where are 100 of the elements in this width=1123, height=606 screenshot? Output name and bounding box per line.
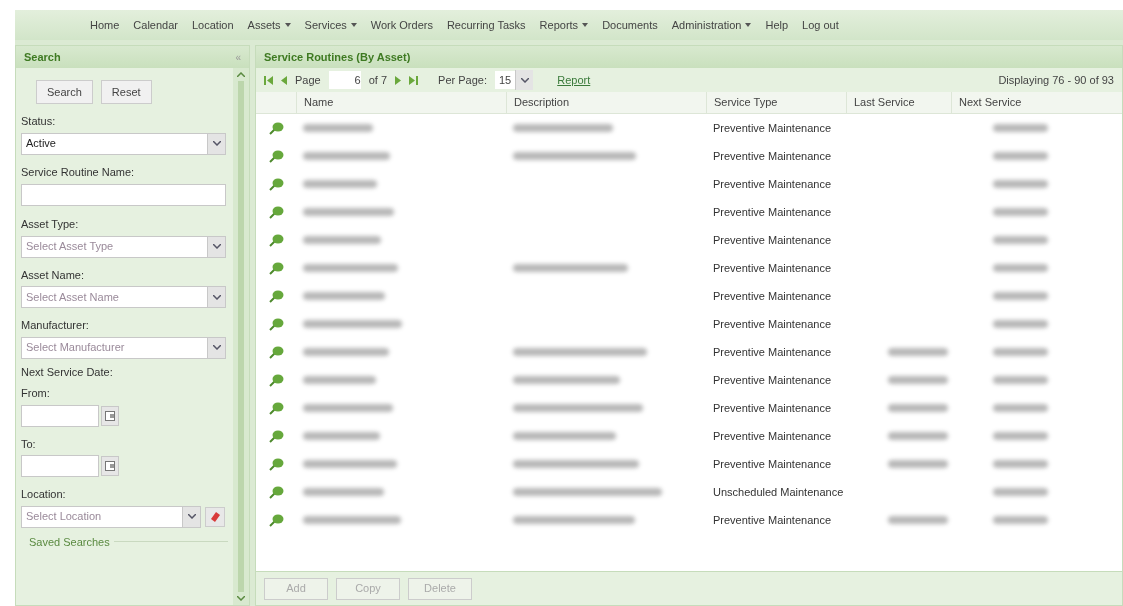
field-label: To: [21, 436, 37, 452]
nav-link[interactable]: Documents [602, 16, 658, 34]
blurred-text [993, 236, 1048, 244]
first-page-icon [264, 75, 273, 85]
next-page-icon [395, 75, 402, 85]
blurred-text [888, 460, 948, 468]
nav-link[interactable]: Recurring Tasks [446, 16, 526, 34]
last-page-button[interactable] [409, 75, 419, 85]
table-cell-text: Preventive Maintenance [712, 344, 832, 360]
chevron-down-icon [212, 141, 221, 146]
blurred-text [888, 404, 948, 412]
panel-title: Service Routines (By Asset) [264, 49, 411, 65]
prev-page-button[interactable] [281, 75, 287, 85]
first-page-button[interactable] [264, 75, 273, 85]
table-cell-text: Preventive Maintenance [712, 400, 832, 416]
table-cell-text: Preventive Maintenance [712, 316, 832, 332]
field-label: From: [21, 386, 51, 401]
nav-link[interactable]: Location [192, 16, 234, 34]
chevron-down-icon [212, 345, 221, 350]
date-input[interactable] [21, 404, 99, 427]
search-button[interactable]: Search [36, 80, 93, 104]
dropdown-button[interactable] [207, 133, 225, 154]
nav-link[interactable]: Services [304, 16, 357, 34]
nav-link[interactable]: Work Orders [370, 16, 433, 34]
calendar-icon [105, 461, 115, 471]
dropdown-button[interactable] [515, 70, 534, 90]
table-cell-text: Preventive Maintenance [712, 148, 832, 164]
nav-link[interactable]: Home [90, 16, 120, 34]
column-header[interactable]: Name [296, 92, 506, 113]
select-field[interactable]: Active [21, 132, 226, 155]
nav-link[interactable]: Calendar [133, 16, 178, 34]
scroll-up-icon[interactable] [237, 72, 245, 77]
blurred-text [993, 404, 1048, 412]
dropdown-button[interactable] [207, 287, 225, 307]
column-header[interactable]: Next Service [951, 92, 1069, 113]
field-label: Next Service Date: [21, 364, 114, 380]
display-info: Displaying 76 - 90 of 93 [998, 72, 1114, 88]
calendar-button[interactable] [101, 405, 119, 426]
caret-icon [350, 23, 357, 27]
scroll-down-icon[interactable] [237, 596, 245, 601]
blurred-text [993, 264, 1048, 272]
caret-icon [284, 23, 291, 27]
column-header[interactable]: Service Type [706, 92, 846, 113]
search-button[interactable]: Reset [100, 80, 152, 104]
blurred-text [993, 432, 1048, 440]
table-cell-text: Preventive Maintenance [712, 204, 832, 220]
field-label: Location: [21, 487, 67, 502]
eraser-icon [209, 510, 221, 523]
blurred-text [888, 516, 948, 524]
calendar-icon [105, 410, 115, 421]
per-page-select[interactable]: 15 [495, 71, 534, 89]
blurred-text [993, 152, 1048, 160]
page-label: Page [295, 72, 321, 88]
text-input[interactable] [21, 184, 226, 206]
blurred-text [993, 376, 1048, 384]
field-label: Manufacturer: [21, 318, 90, 333]
blurred-text [303, 124, 373, 132]
eraser-button[interactable] [205, 506, 225, 527]
dropdown-button[interactable] [182, 506, 200, 527]
table-cell-text: Preventive Maintenance [712, 288, 832, 304]
nav-link[interactable]: Reports [539, 16, 589, 34]
blurred-text [993, 348, 1048, 356]
page-count: of 7 [368, 72, 388, 88]
column-header[interactable]: Description [506, 92, 706, 113]
blurred-text [993, 488, 1048, 496]
dropdown-button[interactable] [207, 236, 225, 257]
dropdown-button[interactable] [207, 337, 225, 358]
blurred-text [993, 208, 1048, 216]
chevron-down-icon [212, 294, 221, 300]
nav-link[interactable]: Administration [671, 16, 752, 34]
prev-page-icon [281, 75, 287, 85]
blurred-text [993, 320, 1048, 328]
blurred-text [993, 124, 1048, 132]
caret-icon [582, 23, 589, 27]
caret-icon [745, 23, 752, 27]
select-field[interactable]: Select Location [21, 505, 201, 528]
nav-link[interactable]: Help [765, 16, 789, 34]
field-label: Status: [21, 114, 57, 129]
table-cell-text: Preventive Maintenance [712, 512, 832, 528]
report-link[interactable]: Report [557, 71, 591, 89]
table-cell-text: Preventive Maintenance [712, 260, 832, 276]
chevron-down-icon [187, 514, 196, 519]
next-page-button[interactable] [395, 75, 402, 85]
table-cell-text: Preventive Maintenance [712, 428, 832, 444]
blurred-text [993, 460, 1048, 468]
table-cell-text: Unscheduled Maintenance [712, 484, 845, 500]
column-header[interactable]: Last Service [846, 92, 951, 113]
blurred-text [888, 432, 948, 440]
calendar-button[interactable] [101, 456, 119, 476]
blurred-text [993, 180, 1048, 188]
blurred-text [888, 376, 948, 384]
table-cell-text: Preventive Maintenance [712, 176, 832, 192]
last-page-icon [409, 75, 419, 85]
date-input[interactable] [21, 455, 99, 477]
table-cell-text: Preventive Maintenance [712, 120, 832, 136]
nav-link[interactable]: Assets [247, 16, 291, 34]
table-cell-text: Preventive Maintenance [712, 456, 832, 472]
page-input[interactable]: 6 [328, 71, 361, 89]
nav-link[interactable]: Log out [802, 16, 839, 34]
panel-title: Search [24, 49, 61, 65]
